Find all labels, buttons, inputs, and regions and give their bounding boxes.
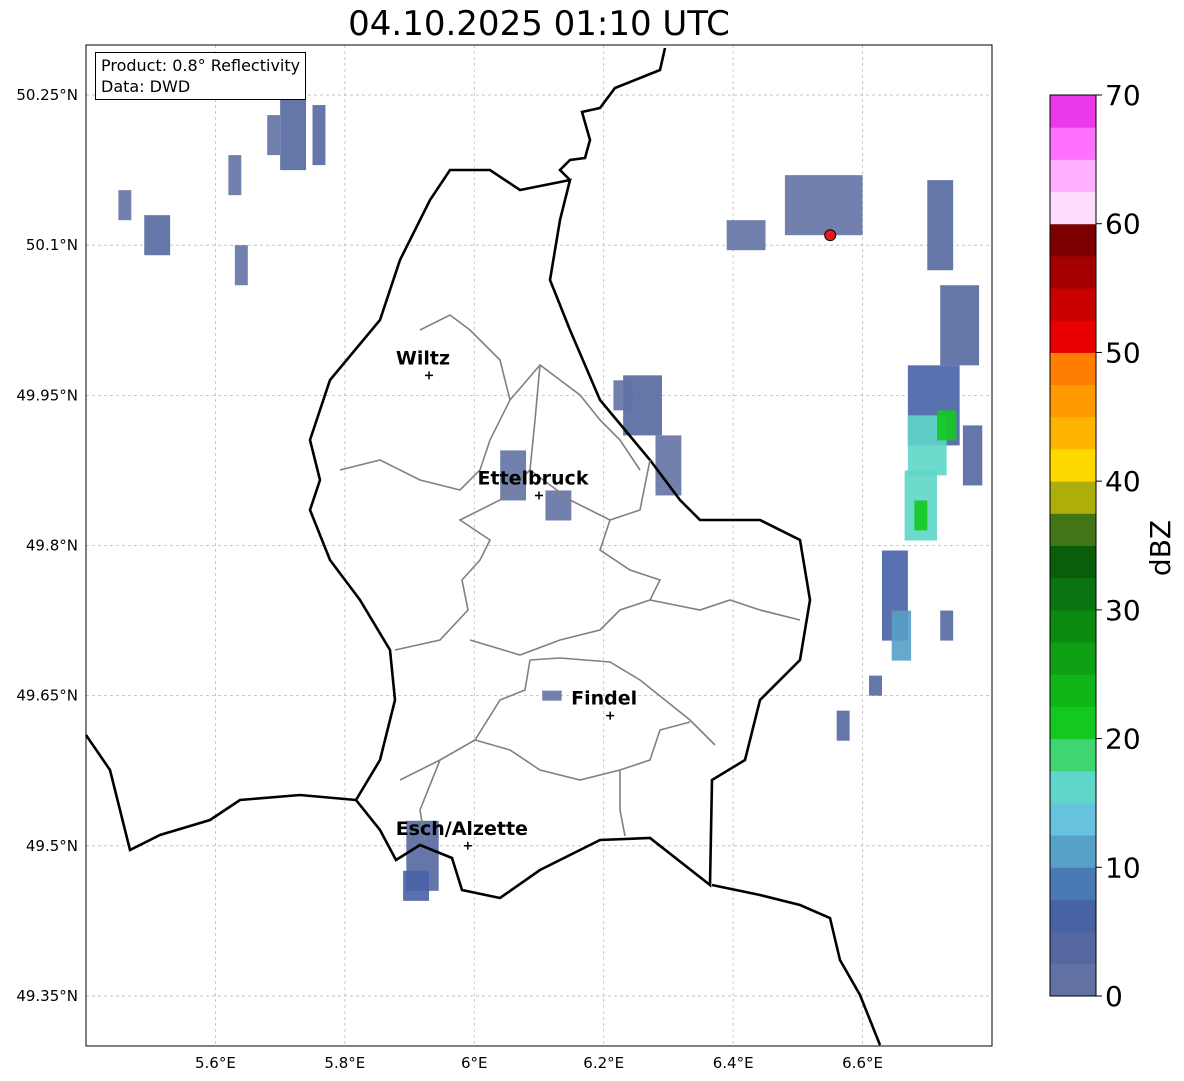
colorbar-segment bbox=[1050, 288, 1096, 321]
radar-echo-cell bbox=[914, 500, 928, 531]
radar-echo-cell bbox=[836, 710, 850, 741]
canton-boundaries bbox=[339, 314, 801, 841]
colorbar-segment bbox=[1050, 706, 1096, 740]
colorbar-segment bbox=[1050, 835, 1096, 868]
lon-tick-label: 5.6°E bbox=[195, 1054, 236, 1072]
colorbar-segment bbox=[1050, 481, 1096, 514]
radar-echo-cell bbox=[613, 380, 633, 411]
lon-tick-label: 6°E bbox=[461, 1054, 488, 1072]
colorbar-segment bbox=[1050, 127, 1096, 160]
colorbar-segment bbox=[1050, 642, 1096, 675]
colorbar-segment bbox=[1050, 770, 1096, 804]
colorbar-segment bbox=[1050, 255, 1096, 289]
colorbar-label: dBZ bbox=[1144, 520, 1177, 576]
radar-echo-cell bbox=[936, 410, 957, 441]
radar-echo-cell bbox=[234, 245, 248, 286]
lat-tick-label: 49.5°N bbox=[26, 837, 78, 855]
colorbar-segment bbox=[1050, 384, 1096, 418]
radar-echo-cell bbox=[927, 180, 954, 271]
lon-tick-label: 6.4°E bbox=[713, 1054, 754, 1072]
radar-echo-cell bbox=[545, 490, 572, 521]
colorbar-segment bbox=[1050, 577, 1096, 611]
lon-tick-label: 5.8°E bbox=[324, 1054, 365, 1072]
radar-echo-cell bbox=[312, 105, 326, 166]
colorbar-segment bbox=[1050, 95, 1096, 128]
lon-tick-label: 6.6°E bbox=[842, 1054, 883, 1072]
radar-echo-cell bbox=[726, 220, 766, 251]
colorbar-segment bbox=[1050, 899, 1096, 933]
lon-tick-labels: 5.6°E 5.8°E 6°E 6.2°E 6.4°E 6.6°E bbox=[195, 1054, 883, 1072]
city-marker bbox=[424, 371, 433, 380]
colorbar-tick-label: 30 bbox=[1105, 594, 1141, 627]
radar-echo-cell bbox=[962, 425, 983, 486]
product-info-box: Product: 0.8° Reflectivity Data: DWD bbox=[95, 52, 307, 100]
radar-echo-cell bbox=[784, 175, 863, 236]
colorbar-tick-label: 40 bbox=[1105, 465, 1141, 498]
colorbar-segment bbox=[1050, 738, 1096, 772]
colorbar-segment bbox=[1050, 320, 1096, 353]
colorbar-segment bbox=[1050, 674, 1096, 707]
city-marker bbox=[606, 711, 615, 720]
colorbar-segment bbox=[1050, 448, 1096, 482]
colorbar-tick-label: 0 bbox=[1105, 980, 1123, 1013]
colorbar-tick-label: 50 bbox=[1105, 336, 1141, 369]
lat-tick-label: 49.95°N bbox=[16, 386, 78, 404]
radar-site-dot bbox=[824, 229, 837, 242]
city-label: Ettelbruck bbox=[478, 467, 589, 489]
france-border bbox=[84, 734, 357, 852]
colorbar-segment bbox=[1050, 159, 1096, 193]
colorbar-segment bbox=[1050, 963, 1096, 997]
radar-echo-cell bbox=[228, 155, 242, 196]
radar-echo-cell bbox=[891, 610, 912, 661]
map-borders bbox=[84, 47, 882, 1046]
colorbar-segment bbox=[1050, 223, 1096, 257]
city-marker bbox=[535, 491, 543, 500]
colorbar-tick-label: 60 bbox=[1105, 208, 1141, 241]
colorbar-tick-label: 70 bbox=[1105, 79, 1141, 112]
colorbar-tick-label: 20 bbox=[1105, 723, 1141, 756]
colorbar bbox=[1049, 94, 1097, 997]
colorbar-tick-label: 10 bbox=[1105, 851, 1141, 884]
product-label: Product: 0.8° Reflectivity bbox=[101, 56, 301, 75]
city-marker bbox=[463, 841, 472, 850]
colorbar-segment bbox=[1050, 513, 1096, 546]
lon-tick-label: 6.2°E bbox=[583, 1054, 624, 1072]
data-source-label: Data: DWD bbox=[101, 77, 191, 96]
colorbar-segment bbox=[1050, 191, 1096, 225]
colorbar-segment bbox=[1050, 867, 1096, 900]
lat-tick-label: 49.65°N bbox=[16, 687, 78, 705]
colorbar-segment bbox=[1050, 931, 1096, 965]
colorbar-segment bbox=[1050, 416, 1096, 450]
colorbar-ticks: 0 10 20 30 40 50 60 70 bbox=[1096, 79, 1141, 1013]
lat-tick-label: 49.35°N bbox=[16, 987, 78, 1005]
city-label: Findel bbox=[571, 688, 637, 710]
colorbar-segment bbox=[1050, 802, 1096, 836]
southeast-border bbox=[711, 883, 882, 1046]
radar-echo-cell bbox=[403, 870, 429, 901]
radar-echo-cell bbox=[267, 115, 281, 156]
lat-tick-labels: 49.35°N 49.5°N 49.65°N 49.8°N 49.95°N 50.1°N 5… bbox=[16, 86, 78, 1005]
radar-echo-cell bbox=[940, 610, 954, 641]
radar-echo-cell bbox=[940, 285, 980, 366]
city-label: Esch/Alzette bbox=[396, 818, 528, 840]
germany-border bbox=[558, 47, 667, 181]
radar-echo-cell bbox=[542, 690, 562, 701]
radar-site-marker bbox=[824, 229, 837, 242]
radar-echo-cell bbox=[869, 675, 882, 696]
colorbar-segment bbox=[1050, 545, 1096, 579]
colorbar-segment bbox=[1050, 352, 1096, 386]
luxembourg-border bbox=[308, 168, 812, 900]
lat-tick-label: 49.8°N bbox=[26, 537, 78, 555]
map-figure: WiltzEttelbruckFindelEsch/Alzette 5.6°E 5… bbox=[16, 44, 1177, 1072]
lat-tick-label: 50.1°N bbox=[26, 236, 78, 254]
colorbar-segment bbox=[1050, 609, 1096, 643]
radar-echo-cell bbox=[144, 215, 171, 256]
lat-tick-label: 50.25°N bbox=[16, 86, 78, 104]
city-label: Wiltz bbox=[396, 347, 450, 369]
radar-reflectivity-layer bbox=[118, 80, 983, 901]
radar-echo-cell bbox=[118, 190, 132, 221]
